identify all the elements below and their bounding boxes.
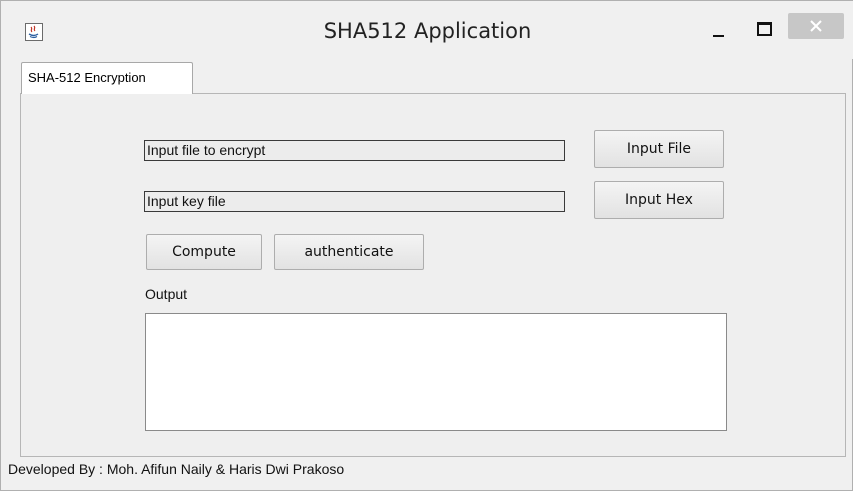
output-label: Output [145, 286, 188, 302]
file-to-encrypt-field[interactable]: Input file to encrypt [144, 140, 565, 161]
developer-credit: Developed By : Moh. Afifun Naily & Haris… [8, 461, 345, 477]
input-file-button[interactable]: Input File [594, 130, 724, 168]
close-icon[interactable] [788, 13, 844, 39]
key-file-field[interactable]: Input key file [144, 191, 565, 212]
title-bar[interactable]: SHA512 Application [1, 1, 853, 59]
output-textarea[interactable] [145, 313, 727, 431]
tab-sha512-encryption[interactable]: SHA-512 Encryption [21, 62, 193, 94]
input-hex-button[interactable]: Input Hex [594, 181, 724, 219]
app-window: SHA512 Application SHA-512 Encryption In… [0, 0, 853, 491]
minimize-icon[interactable] [704, 17, 734, 47]
tab-label: SHA-512 Encryption [28, 70, 146, 85]
compute-button[interactable]: Compute [146, 234, 262, 270]
authenticate-button[interactable]: authenticate [274, 234, 424, 270]
maximize-icon[interactable] [749, 17, 779, 47]
